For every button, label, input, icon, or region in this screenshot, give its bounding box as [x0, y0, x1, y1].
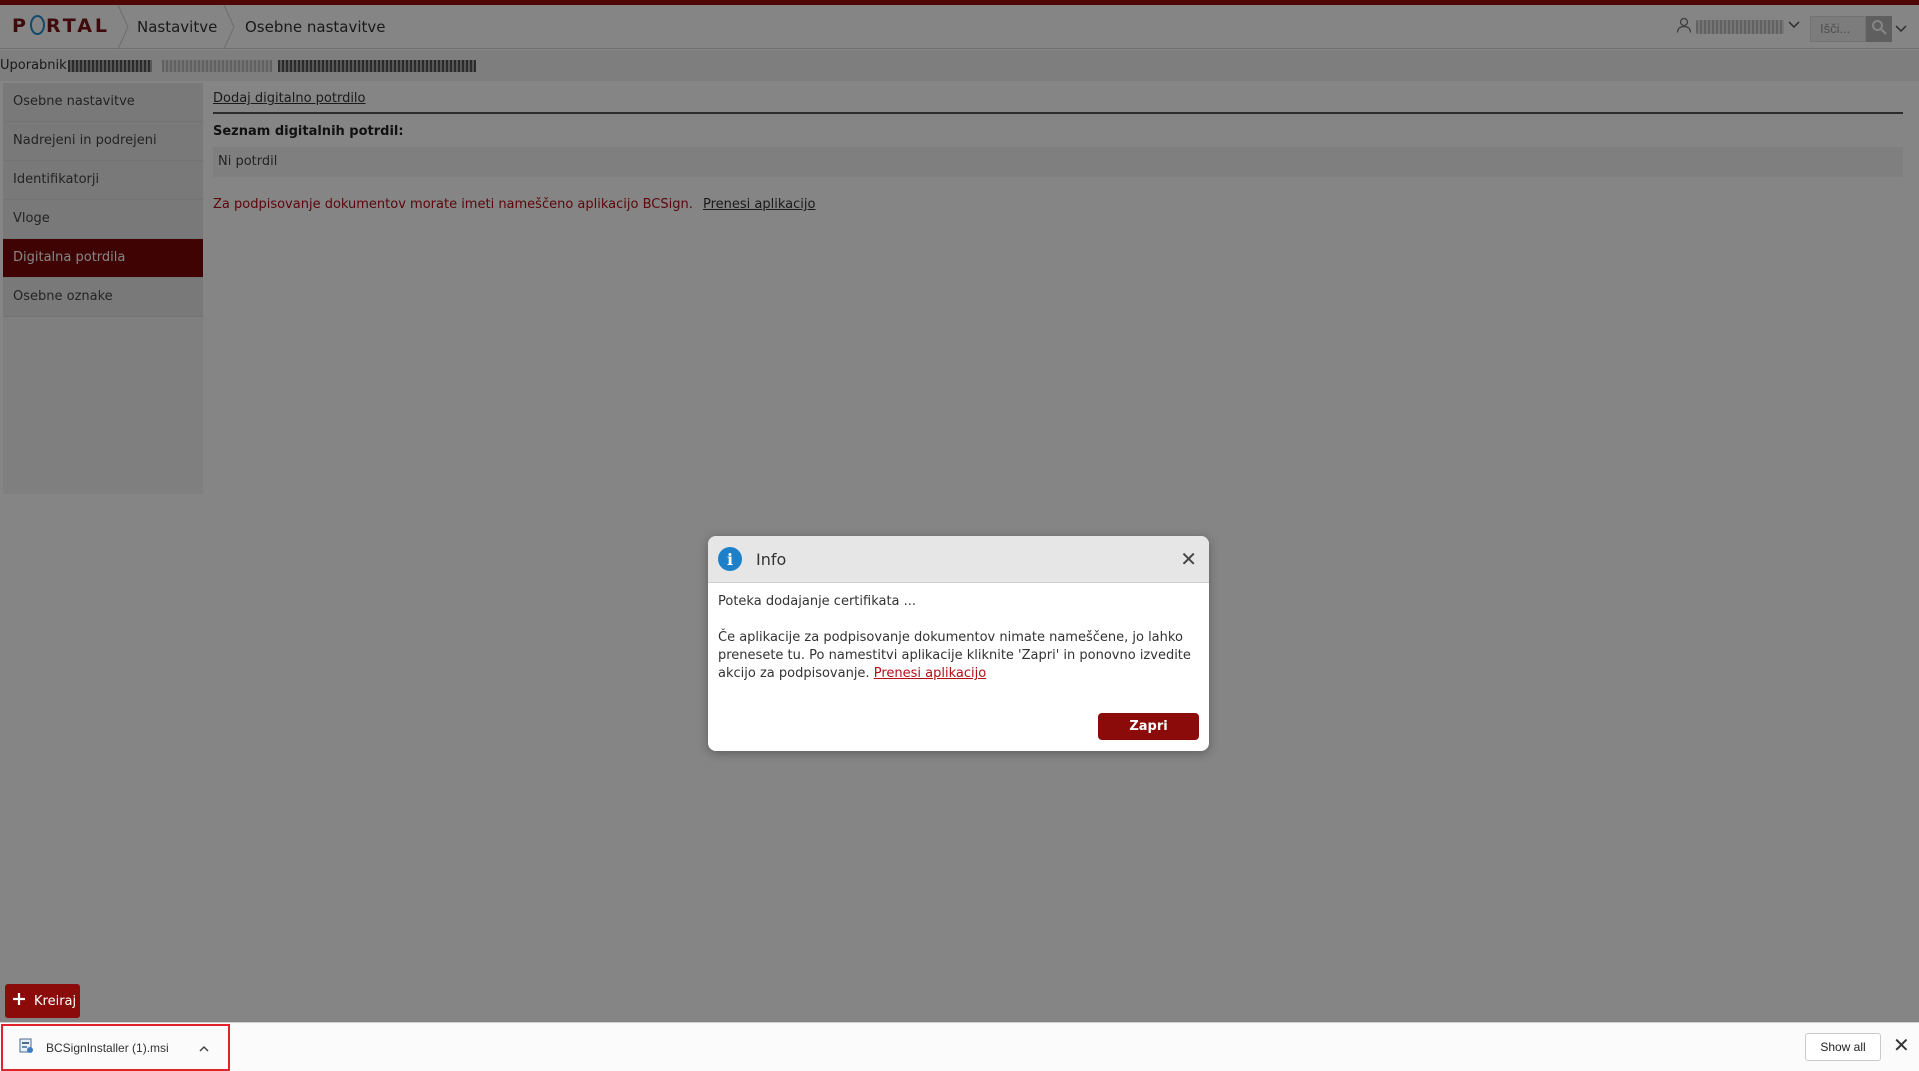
- plus-icon: [12, 992, 26, 1010]
- dialog-status-text: Poteka dodajanje certifikata ...: [718, 594, 917, 609]
- dialog-instructions: Če aplikacije za podpisovanje dokumentov…: [718, 629, 1199, 683]
- create-button[interactable]: Kreiraj: [5, 984, 80, 1018]
- download-file-name: BCSignInstaller (1).msi: [46, 1040, 169, 1055]
- close-icon[interactable]: ✕: [1893, 1035, 1910, 1055]
- modal-overlay[interactable]: [0, 0, 1919, 1022]
- download-bar: BCSignInstaller (1).msi Show all ✕: [0, 1022, 1919, 1071]
- dialog-header: i Info ✕: [708, 536, 1209, 583]
- dialog-title: Info: [756, 549, 787, 569]
- dialog-download-app-link[interactable]: Prenesi aplikacijo: [874, 666, 986, 681]
- dialog-body: Poteka dodajanje certifikata ... Če apli…: [708, 583, 1209, 683]
- close-dialog-button[interactable]: Zapri: [1098, 713, 1199, 740]
- info-dialog: i Info ✕ Poteka dodajanje certifikata ..…: [708, 536, 1209, 751]
- chevron-up-icon[interactable]: [199, 1043, 209, 1057]
- msi-file-icon: [18, 1038, 34, 1057]
- close-icon[interactable]: ✕: [1180, 549, 1197, 569]
- info-icon: i: [718, 547, 742, 571]
- download-item[interactable]: BCSignInstaller (1).msi: [1, 1024, 230, 1071]
- create-button-label: Kreiraj: [34, 993, 77, 1009]
- show-all-button[interactable]: Show all: [1805, 1033, 1881, 1061]
